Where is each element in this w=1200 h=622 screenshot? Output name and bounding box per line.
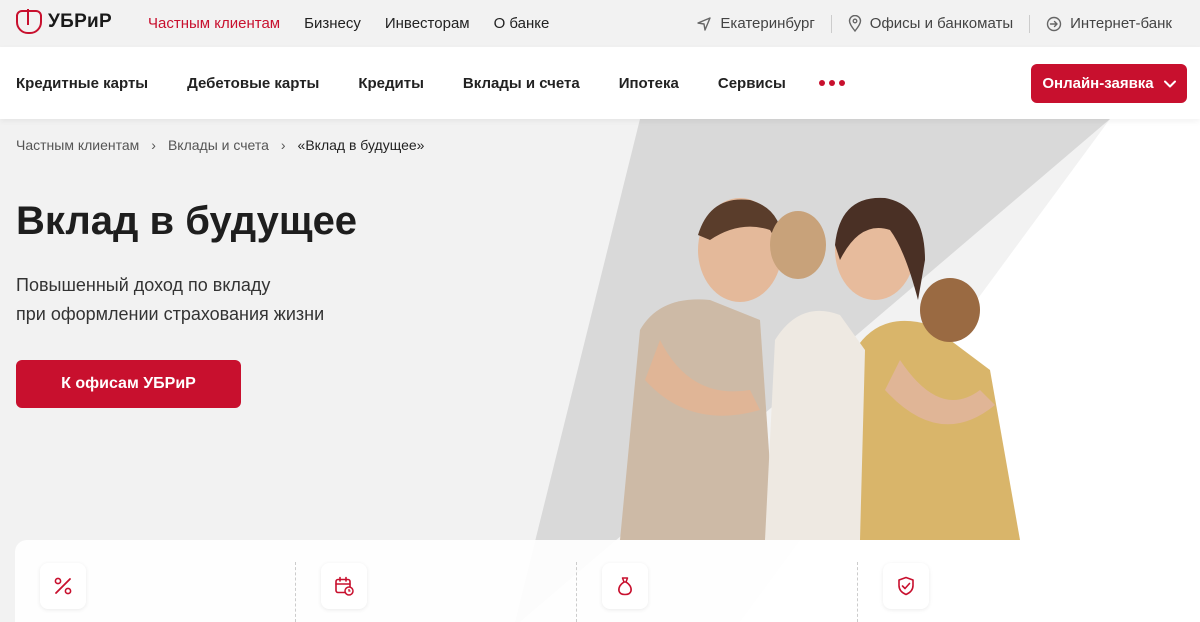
breadcrumb-item-current: «Вклад в будущее»	[297, 137, 425, 153]
features-panel	[15, 540, 1188, 622]
more-dots-icon[interactable]	[818, 80, 845, 86]
money-bag-icon	[602, 563, 648, 609]
breadcrumb-item-deposits[interactable]: Вклады и счета	[168, 137, 269, 153]
audience-nav: Частным клиентам Бизнесу Инвесторам О ба…	[148, 0, 549, 47]
hero-subtitle-line: при оформлении страхования жизни	[16, 304, 325, 324]
internet-bank-label: Интернет-банк	[1070, 15, 1172, 32]
feature-card	[858, 540, 1139, 622]
chevron-down-icon	[1163, 80, 1176, 87]
top-right-links: Екатеринбург Офисы и банкоматы Интернет-…	[680, 0, 1188, 47]
logo-mark-icon	[16, 9, 42, 34]
feature-card	[577, 540, 858, 622]
topnav-item-about[interactable]: О банке	[494, 15, 550, 32]
family-photo	[620, 197, 1020, 540]
menu-item-loans[interactable]: Кредиты	[358, 75, 424, 92]
menu-item-credit-cards[interactable]: Кредитные карты	[16, 75, 148, 92]
online-application-label: Онлайн-заявка	[1042, 75, 1154, 92]
page-title: Вклад в будущее	[16, 199, 358, 243]
city-selector[interactable]: Екатеринбург	[680, 15, 830, 32]
percent-icon	[40, 563, 86, 609]
topnav-item-private[interactable]: Частным клиентам	[148, 15, 280, 32]
calendar-clock-icon	[321, 563, 367, 609]
to-offices-button[interactable]: К офисам УБРиР	[16, 360, 241, 408]
menu-item-mortgage[interactable]: Ипотека	[619, 75, 679, 92]
offices-link[interactable]: Офисы и банкоматы	[832, 15, 1029, 32]
breadcrumb-separator: ›	[280, 137, 286, 153]
breadcrumb-separator: ›	[151, 137, 156, 153]
hero-subtitle: Повышенный доход по вкладу при оформлени…	[16, 271, 416, 329]
internet-bank-link[interactable]: Интернет-банк	[1030, 15, 1188, 32]
feature-card	[15, 540, 296, 622]
main-nav: Кредитные карты Дебетовые карты Кредиты …	[0, 47, 1200, 119]
online-application-button[interactable]: Онлайн-заявка	[1031, 64, 1187, 103]
logo-text: УБРиР	[48, 11, 113, 32]
map-pin-icon	[848, 15, 861, 32]
top-bar: УБРиР Частным клиентам Бизнесу Инвестора…	[0, 0, 1200, 47]
product-menu: Кредитные карты Дебетовые карты Кредиты …	[16, 47, 845, 119]
topnav-item-investors[interactable]: Инвесторам	[385, 15, 470, 32]
city-label: Екатеринбург	[720, 15, 815, 32]
menu-item-debit-cards[interactable]: Дебетовые карты	[187, 75, 319, 92]
bank-logo[interactable]: УБРиР	[16, 9, 113, 34]
login-icon	[1046, 16, 1062, 31]
offices-label: Офисы и банкоматы	[869, 15, 1014, 32]
menu-item-services[interactable]: Сервисы	[718, 75, 786, 92]
breadcrumb: Частным клиентам › Вклады и счета › «Вкл…	[16, 137, 424, 153]
menu-item-deposits[interactable]: Вклады и счета	[463, 75, 580, 92]
topnav-item-business[interactable]: Бизнесу	[304, 15, 361, 32]
breadcrumb-item-private[interactable]: Частным клиентам	[16, 137, 139, 153]
hero-subtitle-line: Повышенный доход по вкладу	[16, 275, 271, 295]
shield-check-icon	[883, 563, 929, 609]
feature-card	[296, 540, 577, 622]
location-arrow-icon	[697, 16, 712, 31]
